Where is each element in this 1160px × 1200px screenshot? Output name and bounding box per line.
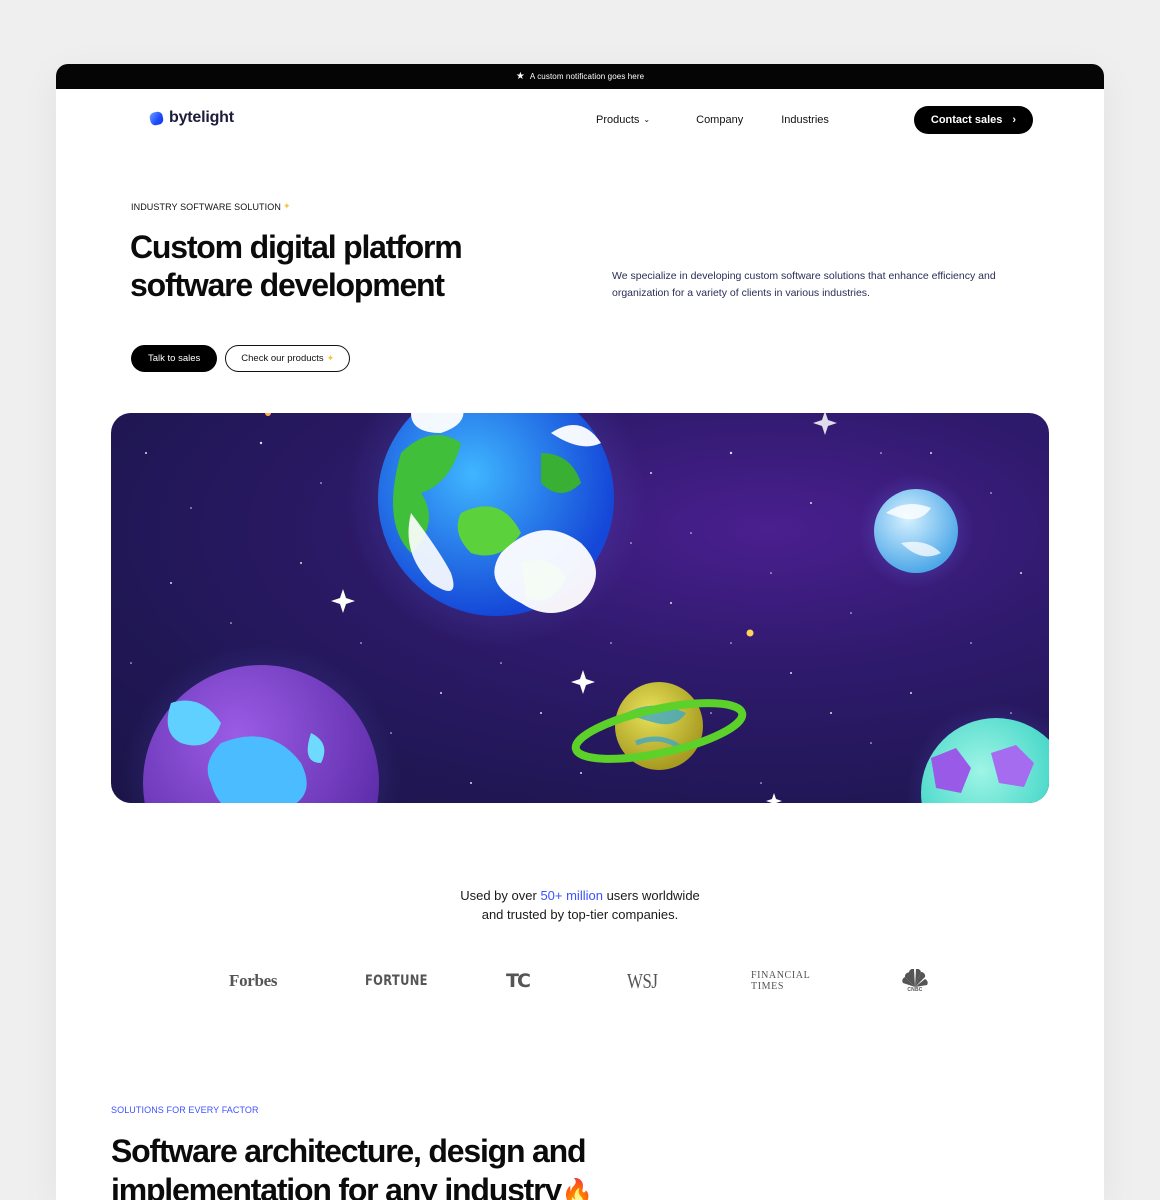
brand-logo[interactable]: bytelight bbox=[148, 109, 234, 127]
sparkle-icon: ✦ bbox=[282, 201, 291, 211]
sparkle-icon: ✦ bbox=[326, 353, 335, 363]
solutions-title: Software architecture, design and implem… bbox=[111, 1132, 731, 1200]
peacock-icon bbox=[902, 969, 928, 987]
browser-window: ★ A custom notification goes here byteli… bbox=[56, 64, 1104, 1200]
chevron-right-icon: › bbox=[1012, 114, 1017, 126]
top-navigation: bytelight Products ⌄ Company Industries … bbox=[56, 89, 1104, 151]
nav-item-label: Industries bbox=[781, 114, 829, 126]
glowing-star-icon bbox=[265, 413, 271, 416]
space-scene-svg bbox=[121, 413, 1049, 803]
trust-line-1: Used by over 50+ million users worldwide bbox=[56, 886, 1104, 905]
ft-line-1: FINANCIAL bbox=[751, 970, 811, 981]
check-products-button[interactable]: Check our products ✦ bbox=[225, 345, 351, 372]
talk-to-sales-button[interactable]: Talk to sales bbox=[131, 345, 218, 372]
notification-text: A custom notification goes here bbox=[529, 72, 645, 81]
trust-highlight: 50+ million bbox=[540, 888, 603, 903]
forbes-logo: Forbes bbox=[229, 971, 278, 990]
talk-to-sales-label: Talk to sales bbox=[148, 353, 201, 364]
notification-bar[interactable]: ★ A custom notification goes here bbox=[56, 64, 1104, 89]
logo-mark-icon bbox=[148, 110, 165, 126]
cnbc-text: CNBC bbox=[907, 987, 923, 993]
purple-planet bbox=[121, 643, 401, 803]
hero-description: We specialize in developing custom softw… bbox=[612, 270, 996, 299]
nav-item-company[interactable]: Company bbox=[696, 114, 743, 126]
wsj-logo: WSJ bbox=[627, 968, 658, 993]
nav-item-label: Company bbox=[696, 114, 744, 126]
fire-icon: 🔥 bbox=[560, 1177, 593, 1200]
hero-eyebrow-text: INDUSTRY SOFTWARE SOLUTION bbox=[131, 201, 281, 212]
solutions-title-text: Software architecture, design and implem… bbox=[111, 1133, 587, 1200]
glowing-star-icon bbox=[746, 629, 754, 637]
techcrunch-logo: TC bbox=[506, 970, 531, 992]
hero-eyebrow: INDUSTRY SOFTWARE SOLUTION ✦ bbox=[131, 201, 291, 212]
ice-planet bbox=[858, 473, 974, 589]
solutions-eyebrow: SOLUTIONS FOR EVERY FACTOR bbox=[111, 1105, 259, 1115]
chevron-down-icon: ⌄ bbox=[643, 114, 651, 124]
hero-space-illustration bbox=[111, 413, 1049, 803]
ringed-planet bbox=[571, 682, 747, 770]
hero-title: Custom digital platform software develop… bbox=[130, 229, 463, 303]
trust-prefix: Used by over bbox=[460, 888, 537, 903]
teal-planet bbox=[906, 703, 1049, 803]
nav-item-label: Products bbox=[596, 114, 640, 126]
contact-sales-label: Contact sales bbox=[930, 114, 1003, 126]
trust-line-2: and trusted by top-tier companies. bbox=[481, 907, 679, 922]
star-icon: ★ bbox=[515, 70, 525, 82]
brand-name: bytelight bbox=[169, 109, 234, 126]
fortune-logo: FORTUNE bbox=[365, 973, 428, 989]
client-logos: Forbes FORTUNE TC WSJ FINANCIAL TIMES CN… bbox=[56, 966, 1104, 996]
ft-line-2: TIMES bbox=[751, 981, 784, 992]
nav-item-industries[interactable]: Industries bbox=[781, 114, 829, 126]
trust-statement: Used by over 50+ million users worldwide… bbox=[56, 886, 1104, 924]
earth-planet bbox=[346, 413, 646, 648]
contact-sales-button[interactable]: Contact sales › bbox=[914, 106, 1033, 134]
main-menu: Products ⌄ Company Industries bbox=[596, 114, 829, 126]
check-products-label: Check our products bbox=[241, 353, 324, 364]
trust-suffix: users worldwide bbox=[606, 888, 700, 903]
hero-actions: Talk to sales Check our products ✦ bbox=[131, 345, 351, 372]
cnbc-logo: CNBC bbox=[901, 966, 929, 996]
financial-times-logo: FINANCIAL TIMES bbox=[751, 966, 810, 996]
nav-item-products[interactable]: Products ⌄ bbox=[596, 114, 650, 126]
